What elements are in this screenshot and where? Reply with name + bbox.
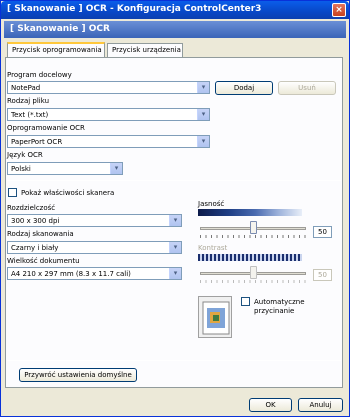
document-size-value: A4 210 x 297 mm (8.3 x 11.7 cali)	[11, 270, 131, 278]
scan-type-value: Czarny i biały	[11, 244, 59, 252]
auto-crop-checkbox[interactable]	[241, 297, 250, 306]
resolution-value: 300 x 300 dpi	[11, 217, 60, 225]
target-app-select[interactable]: NotePad ▾	[7, 81, 210, 94]
preview-graphic	[202, 301, 230, 335]
resolution-label: Rozdzielczość	[7, 204, 56, 212]
target-app-value: NotePad	[11, 84, 41, 92]
ocr-language-label: Język OCR	[7, 151, 43, 159]
contrast-value-box[interactable]: 50	[313, 269, 332, 281]
brightness-value-box[interactable]: 50	[313, 226, 332, 238]
document-size-select[interactable]: A4 210 x 297 mm (8.3 x 11.7 cali) ▾	[7, 267, 182, 280]
document-size-label: Wielkość dokumentu	[7, 257, 80, 265]
title-bar[interactable]: [ Skanowanie ] OCR - Konfiguracja Contro…	[1, 1, 349, 19]
cancel-button[interactable]: Anuluj	[298, 398, 343, 412]
brightness-slider[interactable]	[198, 220, 308, 240]
section-header: [ Skanowanie ] OCR	[4, 21, 346, 38]
ocr-software-label: Oprogramowanie OCR	[7, 124, 85, 132]
brightness-label: Jasność	[198, 200, 225, 208]
restore-defaults-button[interactable]: Przywróć ustawienia domyślne	[19, 368, 137, 382]
auto-crop-label-line1: Automatyczne	[254, 298, 305, 306]
show-scanner-props-checkbox[interactable]	[8, 188, 17, 197]
contrast-slider[interactable]	[198, 265, 308, 285]
ok-button[interactable]: OK	[249, 398, 292, 412]
ocr-software-select[interactable]: PaperPort OCR ▾	[7, 135, 210, 148]
add-button[interactable]: Dodaj	[215, 81, 273, 95]
chevron-down-icon[interactable]: ▾	[169, 268, 181, 279]
contrast-label: Kontrast	[198, 244, 228, 252]
chevron-down-icon[interactable]: ▾	[169, 215, 181, 226]
contrast-slider-ticks	[200, 280, 306, 283]
brightness-gradient	[198, 209, 302, 216]
contrast-pattern	[198, 254, 302, 261]
remove-button[interactable]: Usuń	[278, 81, 336, 95]
dialog-window: [ Skanowanie ] OCR - Konfiguracja Contro…	[0, 0, 350, 417]
ocr-software-value: PaperPort OCR	[11, 138, 63, 146]
close-icon[interactable]: ×	[332, 3, 346, 17]
brightness-slider-thumb[interactable]	[250, 221, 257, 234]
chevron-down-icon[interactable]: ▾	[197, 136, 209, 147]
tab-device-button[interactable]: Przycisk urządzenia	[107, 43, 183, 57]
brightness-slider-ticks	[200, 235, 306, 238]
target-app-label: Program docelowy	[7, 71, 72, 79]
file-type-select[interactable]: Text (*.txt) ▾	[7, 108, 210, 121]
scan-type-select[interactable]: Czarny i biały ▾	[7, 241, 182, 254]
chevron-down-icon[interactable]: ▾	[197, 109, 209, 120]
scan-type-label: Rodzaj skanowania	[7, 230, 74, 238]
resolution-select[interactable]: 300 x 300 dpi ▾	[7, 214, 182, 227]
document-preview-icon[interactable]	[198, 296, 232, 338]
ocr-language-value: Polski	[11, 165, 31, 173]
chevron-down-icon[interactable]: ▾	[110, 163, 122, 174]
separator	[7, 180, 341, 181]
ocr-language-select[interactable]: Polski ▾	[7, 162, 123, 175]
separator	[7, 360, 341, 361]
file-type-label: Rodzaj pliku	[7, 97, 50, 105]
contrast-slider-thumb[interactable]	[250, 266, 257, 279]
file-type-value: Text (*.txt)	[11, 111, 49, 119]
auto-crop-label-line2: przycinanie	[254, 307, 295, 315]
tab-software-button[interactable]: Przycisk oprogramowania	[7, 42, 105, 58]
chevron-down-icon[interactable]: ▾	[197, 82, 209, 93]
chevron-down-icon[interactable]: ▾	[169, 242, 181, 253]
show-scanner-props-label: Pokaż właściwości skanera	[21, 189, 115, 197]
window-title: [ Skanowanie ] OCR - Konfiguracja Contro…	[7, 4, 262, 14]
